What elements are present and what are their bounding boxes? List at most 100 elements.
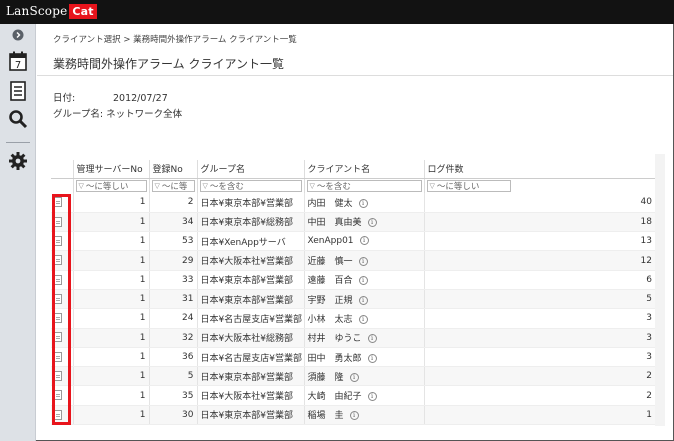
col-header-server-no[interactable]: 管理サーバーNo	[72, 160, 149, 179]
client-name: XenApp01	[307, 236, 354, 247]
info-icon[interactable]: i	[358, 198, 368, 208]
filter-log-count[interactable]: ▽ ～に等しい	[426, 179, 511, 192]
detail-cell	[51, 405, 73, 426]
expand-icon[interactable]	[0, 28, 36, 42]
date-value: 2012/07/27	[113, 93, 168, 104]
gear-icon[interactable]	[0, 150, 36, 172]
calendar-icon[interactable]: 7	[0, 50, 36, 72]
filter-server-no[interactable]: ▽ ～に等しい	[75, 179, 147, 192]
detail-cell	[51, 328, 73, 348]
info-icon[interactable]: i	[349, 372, 359, 382]
filter-icon: ▽	[154, 181, 160, 190]
filter-icon: ▽	[78, 181, 84, 190]
table-row[interactable]: 1 2 日本¥東京本部¥営業部 内田 健太 i 40	[51, 193, 655, 213]
detail-doc-icon[interactable]	[54, 371, 62, 382]
info-icon[interactable]: i	[367, 392, 377, 402]
detail-doc-icon[interactable]	[54, 274, 62, 285]
cell-group: 日本¥東京本部¥営業部	[196, 366, 304, 387]
group-row: グループ名: ネットワーク全体	[53, 106, 182, 120]
main-content: クライアント選択 > 業務時間外操作アラーム クライアント一覧 業務時間外操作ア…	[37, 24, 673, 440]
table-row[interactable]: 1 53 日本¥XenAppサーバ XenApp01 i 13	[51, 231, 655, 252]
cell-log-count: 2	[423, 385, 655, 406]
info-icon[interactable]: i	[358, 295, 368, 305]
report-icon[interactable]	[0, 80, 36, 102]
col-header-log-count[interactable]: ログ件数	[423, 160, 655, 179]
info-icon[interactable]: i	[358, 314, 368, 324]
table-row[interactable]: 1 36 日本¥名古屋支店¥営業部 田中 勇太郎 i 3	[51, 347, 655, 368]
cell-client: XenApp01 i	[303, 231, 424, 252]
cell-reg-no: 53	[148, 231, 197, 252]
cell-reg-no: 2	[148, 193, 197, 213]
cell-reg-no: 34	[148, 212, 197, 233]
info-icon[interactable]: i	[349, 411, 359, 421]
page-title: 業務時間外操作アラーム クライアント一覧	[53, 57, 284, 71]
cell-reg-no: 5	[148, 366, 197, 387]
table-row[interactable]: 1 35 日本¥大阪本社¥営業部 大崎 由紀子 i 2	[51, 385, 655, 406]
cell-server-no: 1	[72, 385, 149, 406]
filter-client[interactable]: ▽ ～を含む	[306, 179, 422, 192]
table-row[interactable]: 1 24 日本¥名古屋支店¥営業部 小林 太志 i 3	[51, 308, 655, 329]
table-row[interactable]: 1 29 日本¥大阪本社¥営業部 近藤 慎一 i 12	[51, 250, 655, 271]
cell-client: 須藤 隆 i	[303, 366, 424, 387]
detail-doc-icon[interactable]	[54, 197, 62, 208]
cell-group: 日本¥XenAppサーバ	[196, 231, 304, 252]
cell-log-count: 18	[423, 212, 655, 233]
detail-doc-icon[interactable]	[54, 255, 62, 266]
calendar-day: 7	[15, 60, 21, 71]
search-icon[interactable]	[0, 108, 36, 130]
filter-cell: ▽ ～に等しい	[423, 178, 655, 193]
detail-doc-icon[interactable]	[54, 332, 62, 343]
cell-client: 中田 真由美 i	[303, 212, 424, 233]
table-row[interactable]: 1 33 日本¥東京本部¥営業部 遠藤 百合 i 6	[51, 270, 655, 290]
date-row: 日付: 2012/07/27	[53, 90, 168, 104]
filter-cell: ▽ ～を含む	[303, 178, 424, 193]
info-icon[interactable]: i	[367, 353, 377, 363]
col-header-client[interactable]: クライアント名	[303, 160, 424, 179]
detail-doc-icon[interactable]	[54, 216, 62, 227]
detail-doc-icon[interactable]	[54, 390, 62, 401]
detail-doc-icon[interactable]	[54, 313, 62, 324]
cell-server-no: 1	[72, 193, 149, 213]
info-icon[interactable]: i	[367, 218, 377, 228]
info-icon[interactable]: i	[359, 236, 369, 246]
logo-text: LanScope	[6, 4, 68, 18]
detail-cell	[51, 231, 73, 252]
client-name: 須藤 隆	[307, 372, 344, 383]
table-row[interactable]: 1 30 日本¥東京本部¥営業部 稲場 圭i1	[51, 405, 655, 426]
info-icon[interactable]: i	[367, 334, 377, 344]
table-row[interactable]: 1 32 日本¥大阪本社¥総務部 村井 ゆうこ i 3	[51, 328, 655, 348]
grid-edge	[655, 154, 665, 426]
detail-doc-icon[interactable]	[54, 235, 62, 246]
cell-server-no: 1	[72, 289, 149, 310]
cell-server-no: 1	[72, 270, 149, 290]
cell-log-count: 40	[423, 193, 655, 213]
client-name: 村井 ゆうこ	[307, 334, 362, 345]
cell-client: 遠藤 百合 i	[303, 270, 424, 290]
cell-server-no: 1	[72, 212, 149, 233]
filter-reg-no[interactable]: ▽ ～に等	[151, 179, 195, 192]
detail-doc-icon[interactable]	[54, 409, 62, 420]
col-header-reg-no[interactable]: 登録No	[148, 160, 197, 179]
info-icon[interactable]: i	[358, 257, 368, 267]
client-name: 内田 健太	[307, 198, 353, 209]
client-name: 田中 勇太郎	[307, 353, 362, 364]
detail-doc-icon[interactable]	[54, 351, 62, 362]
top-bar: LanScope Cat	[0, 0, 674, 24]
cell-log-count: 3	[423, 328, 655, 348]
cell-client: 稲場 圭 i	[303, 405, 424, 426]
detail-doc-icon[interactable]	[54, 293, 62, 304]
cell-log-count: 3	[423, 347, 655, 368]
detail-cell	[51, 366, 73, 387]
table-row[interactable]: 1 5 日本¥東京本部¥営業部 須藤 隆 i 2	[51, 366, 655, 387]
col-header-group[interactable]: グループ名	[196, 160, 304, 179]
cell-reg-no: 36	[148, 347, 197, 368]
table-row[interactable]: 1 31 日本¥東京本部¥営業部 宇野 正規 i 5	[51, 289, 655, 310]
filter-icon: ▽	[429, 181, 435, 190]
cell-log-count: 6	[423, 270, 655, 290]
table-row[interactable]: 1 34 日本¥東京本部¥総務部 中田 真由美 i 18	[51, 212, 655, 233]
breadcrumb[interactable]: クライアント選択 > 業務時間外操作アラーム クライアント一覧	[53, 33, 297, 45]
filter-group[interactable]: ▽ ～を含む	[199, 179, 302, 192]
cell-group: 日本¥名古屋支店¥営業部	[196, 347, 304, 368]
info-icon[interactable]: i	[358, 276, 368, 286]
app-logo[interactable]: LanScope Cat	[6, 4, 97, 19]
